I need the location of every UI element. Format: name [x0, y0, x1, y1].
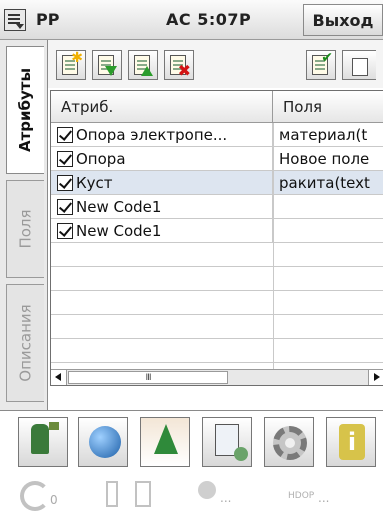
field-cell: материал(t: [279, 126, 368, 144]
connection-icon[interactable]: [198, 481, 216, 499]
attribute-cell: New Code1: [51, 219, 273, 243]
new-item-button[interactable]: ✱: [56, 50, 86, 80]
status-icons-bar: 0 ... HDOP ...: [0, 477, 383, 515]
connection-status: ...: [220, 491, 232, 505]
battery-icon[interactable]: [106, 481, 118, 507]
new-star-icon: ✱: [71, 50, 83, 66]
hdop-value: ...: [318, 491, 330, 505]
row-checkbox[interactable]: [57, 175, 73, 191]
exit-button[interactable]: Выход: [303, 4, 383, 36]
attribute-name: Опора электропе...: [76, 126, 228, 144]
app-title: PP: [36, 10, 60, 29]
row-checkbox[interactable]: [57, 223, 73, 239]
receiver-battery-icon[interactable]: [135, 481, 151, 507]
tab-attributes[interactable]: Атрибуты: [6, 46, 44, 174]
codes-library-button[interactable]: [140, 417, 190, 467]
tab-descriptions[interactable]: Описания: [6, 284, 44, 402]
survey-button[interactable]: [18, 417, 68, 467]
table-row-selected[interactable]: Куст ракита(text: [51, 171, 383, 195]
field-cell: ракита(text: [279, 174, 370, 192]
settings-button[interactable]: [264, 417, 314, 467]
table-row[interactable]: Опора Новое поле: [51, 147, 383, 171]
check-button[interactable]: ✔: [306, 50, 336, 80]
satellite-count: 0: [50, 493, 58, 507]
check-icon: ✔: [321, 50, 333, 66]
field-cell: [273, 195, 383, 219]
attribute-cell: Опора: [51, 147, 273, 171]
status-indicator: AC 5:07P: [166, 10, 252, 29]
field-cell: [273, 219, 383, 243]
scroll-left-icon[interactable]: [51, 370, 67, 385]
notebook-icon: [215, 424, 248, 461]
row-checkbox[interactable]: [57, 199, 73, 215]
horizontal-scrollbar[interactable]: III: [51, 369, 383, 385]
coordinate-system-button[interactable]: [78, 417, 128, 467]
surveyor-icon: [31, 422, 59, 454]
row-checkbox[interactable]: [57, 151, 73, 167]
export-button[interactable]: [128, 50, 158, 80]
vertical-tab-strip: Атрибуты Поля Описания: [0, 40, 48, 410]
tab-attributes-label: Атрибуты: [16, 67, 35, 153]
empty-row: [51, 267, 383, 291]
satellite-icon[interactable]: [20, 481, 50, 511]
empty-row: [51, 243, 383, 267]
empty-row: [51, 339, 383, 363]
start-menu-icon[interactable]: [4, 8, 26, 31]
job-notebook-button[interactable]: [202, 417, 252, 467]
scroll-right-icon[interactable]: [368, 370, 383, 385]
row-checkbox[interactable]: [57, 127, 73, 143]
hdop-label[interactable]: HDOP: [288, 491, 314, 501]
gear-icon: [273, 426, 307, 460]
field-cell: Новое поле: [279, 150, 370, 168]
table-row[interactable]: New Code1: [51, 195, 383, 219]
column-divider: [273, 123, 274, 371]
info-button[interactable]: i: [326, 417, 376, 467]
table-row[interactable]: Опора электропе... материал(t: [51, 123, 383, 147]
column-header-attribute[interactable]: Атриб.: [51, 91, 273, 123]
attribute-name: New Code1: [76, 222, 162, 240]
import-button[interactable]: [92, 50, 122, 80]
tab-fields[interactable]: Поля: [6, 180, 44, 278]
globe-icon: [89, 426, 121, 458]
column-header-fields[interactable]: Поля: [273, 91, 383, 123]
tree-icon: [154, 424, 178, 454]
empty-row: [51, 291, 383, 315]
scroll-thumb[interactable]: III: [68, 371, 228, 384]
title-bar: PP AC 5:07P Выход: [0, 0, 383, 40]
delete-x-icon: ✖: [177, 61, 191, 80]
delete-button[interactable]: ✖: [164, 50, 194, 80]
grid-header: Атриб. Поля: [51, 91, 383, 123]
empty-row: [51, 315, 383, 339]
table-row[interactable]: New Code1: [51, 219, 383, 243]
attributes-grid: Атриб. Поля Опора электропе... материал(…: [50, 90, 383, 386]
attribute-cell: New Code1: [51, 195, 273, 219]
attribute-cell: Опора электропе...: [51, 123, 273, 147]
copy-button[interactable]: [342, 50, 376, 80]
info-icon: i: [339, 424, 365, 460]
import-arrow-icon: [105, 66, 117, 76]
attribute-cell: Куст: [51, 171, 273, 195]
toolbar: ✱ ✖ ✔: [48, 40, 383, 88]
attribute-name: Куст: [76, 174, 113, 192]
main-icon-bar: i 0 ... HDOP ...: [0, 410, 383, 517]
attribute-name: Опора: [76, 150, 126, 168]
tab-fields-label: Поля: [16, 209, 35, 249]
export-arrow-icon: [141, 66, 153, 76]
attribute-name: New Code1: [76, 198, 162, 216]
copy-icon: [352, 58, 368, 76]
tab-descriptions-label: Описания: [16, 304, 35, 382]
